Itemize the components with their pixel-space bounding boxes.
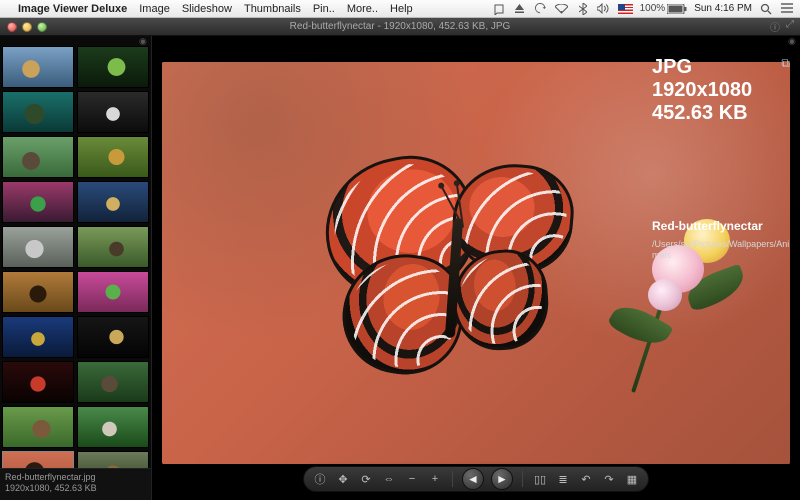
main-viewer: ◉ <box>152 36 800 500</box>
thumbnail[interactable] <box>2 46 74 88</box>
menuextra-sync-icon[interactable] <box>534 2 548 16</box>
toolbar-separator <box>452 471 453 487</box>
thumbnail[interactable] <box>77 226 149 268</box>
thumbnail-grid <box>0 46 151 468</box>
menuextra-bluetooth-icon[interactable] <box>576 2 590 16</box>
notifications-icon[interactable] <box>780 2 794 16</box>
menu-more[interactable]: More.. <box>347 3 378 15</box>
thumbnail[interactable] <box>77 181 149 223</box>
info-icon[interactable]: ⓘ <box>312 471 328 487</box>
refresh-icon[interactable]: ⟳ <box>358 471 374 487</box>
zoom-out-icon[interactable]: − <box>404 471 420 487</box>
info-toggle-icon[interactable]: ⓘ <box>770 19 780 34</box>
butterfly-illustration <box>325 158 585 378</box>
menu-pin[interactable]: Pin.. <box>313 3 335 15</box>
rotate-cw-icon[interactable]: ↷ <box>601 471 617 487</box>
thumbnail[interactable] <box>77 406 149 448</box>
thumbnail[interactable] <box>77 136 149 178</box>
thumbnail[interactable] <box>2 316 74 358</box>
thumbnails-icon[interactable]: ▦ <box>624 471 640 487</box>
menuextra-clock[interactable]: Sun 4:16 PM <box>694 3 752 14</box>
thumbnail[interactable] <box>2 406 74 448</box>
panel-collapse-icon[interactable]: ◉ <box>788 36 798 46</box>
thumbnail-sidebar: ◉ Red-butterflynectar.jpg 1920x1080, 452… <box>0 36 152 500</box>
image-canvas[interactable] <box>162 62 790 464</box>
thumbnail[interactable] <box>2 91 74 133</box>
toolbar-separator <box>522 471 523 487</box>
thumbnail[interactable] <box>77 46 149 88</box>
thumbnail[interactable] <box>77 451 149 468</box>
menu-slideshow[interactable]: Slideshow <box>182 3 232 15</box>
sidebar-footer: Red-butterflynectar.jpg 1920x1080, 452.6… <box>0 468 151 500</box>
window-title: Red-butterflynectar - 1920x1080, 452.63 … <box>290 21 511 32</box>
flower-illustration <box>620 215 740 345</box>
thumbnail[interactable] <box>2 181 74 223</box>
zoom-in-icon[interactable]: + <box>427 471 443 487</box>
spotlight-icon[interactable] <box>759 2 773 16</box>
fullscreen-icon[interactable]: ⤢ <box>786 19 794 34</box>
app-menu[interactable]: Image Viewer Deluxe <box>18 3 127 15</box>
prev-button[interactable]: ◄ <box>462 468 484 490</box>
menuextra-input-flag[interactable] <box>618 4 633 14</box>
thumbnail[interactable] <box>77 91 149 133</box>
thumbnail[interactable] <box>77 271 149 313</box>
next-button[interactable]: ► <box>491 468 513 490</box>
app-window: Red-butterflynectar - 1920x1080, 452.63 … <box>0 18 800 500</box>
thumbnail[interactable] <box>2 136 74 178</box>
close-button[interactable] <box>7 22 17 32</box>
rotate-ccw-icon[interactable]: ↶ <box>578 471 594 487</box>
zoom-button[interactable] <box>37 22 47 32</box>
menuextra-eject-icon[interactable] <box>513 2 527 16</box>
window-titlebar[interactable]: Red-butterflynectar - 1920x1080, 452.63 … <box>0 18 800 36</box>
thumbnail[interactable] <box>2 226 74 268</box>
actual-size-icon[interactable]: ▯▯ <box>532 471 548 487</box>
menu-image[interactable]: Image <box>139 3 170 15</box>
menuextra-airport-icon[interactable] <box>555 2 569 16</box>
move-icon[interactable]: ✥ <box>335 471 351 487</box>
traffic-lights <box>0 22 47 32</box>
thumbnail[interactable] <box>77 316 149 358</box>
list-icon[interactable]: ≣ <box>555 471 571 487</box>
viewer-toolbar: ⓘ ✥ ⟳ ⇔−+ ◄ ► ▯▯ ≣ ↶ ↷ ▦ <box>303 466 649 492</box>
footer-meta: 1920x1080, 452.63 KB <box>5 483 146 494</box>
thumbnail[interactable] <box>2 451 74 468</box>
sidebar-collapse-icon[interactable]: ◉ <box>139 36 149 46</box>
thumbnail[interactable] <box>2 361 74 403</box>
menu-thumbnails[interactable]: Thumbnails <box>244 3 301 15</box>
mac-menubar: Image Viewer Deluxe Image Slideshow Thum… <box>0 0 800 18</box>
footer-filename: Red-butterflynectar.jpg <box>5 472 146 483</box>
menuextra-volume-icon[interactable] <box>597 2 611 16</box>
fit-icon[interactable]: ⇔ <box>381 471 397 487</box>
menuextra-script-icon[interactable] <box>492 2 506 16</box>
thumbnail[interactable] <box>2 271 74 313</box>
minimize-button[interactable] <box>22 22 32 32</box>
thumbnail[interactable] <box>77 361 149 403</box>
menu-help[interactable]: Help <box>390 3 413 15</box>
menuextra-battery-icon[interactable]: 100% <box>640 2 688 16</box>
